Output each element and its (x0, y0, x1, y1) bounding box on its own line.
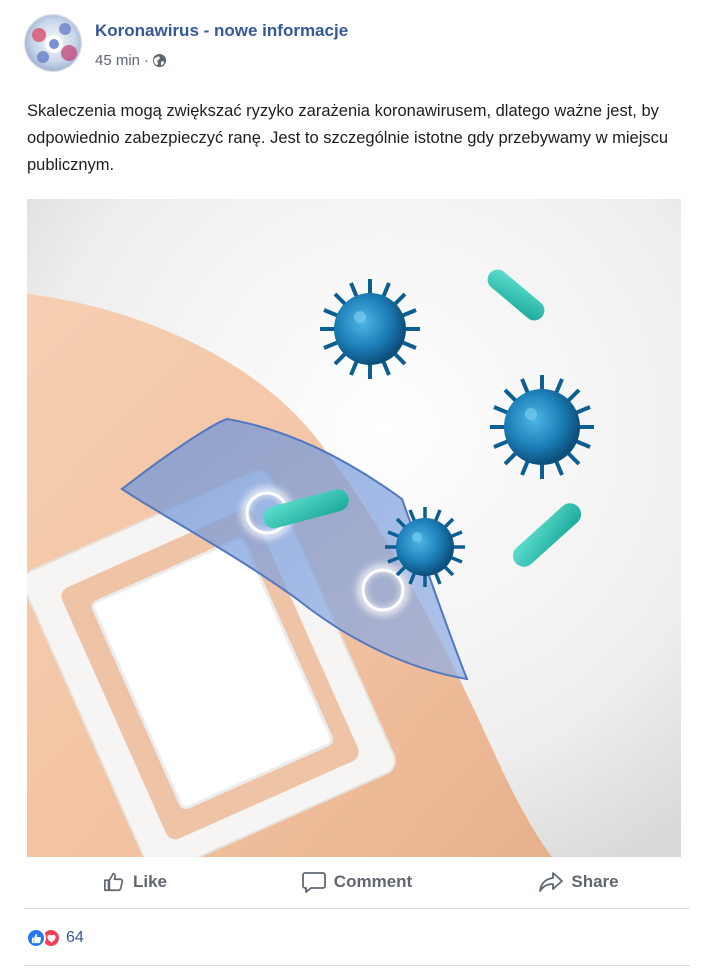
share-arrow-icon (539, 872, 564, 892)
thumbs-up-icon (103, 872, 124, 892)
comment-bubble-icon (301, 872, 326, 893)
bottom-divider (24, 965, 690, 966)
post-image[interactable] (27, 199, 681, 857)
post-text: Skaleczenia mogą zwiększać ryzyko zaraże… (27, 102, 669, 174)
like-label: Like (132, 872, 168, 891)
reaction-count[interactable]: 64 (66, 929, 84, 947)
post-header: Koronawirus - nowe informacje 45 min · (24, 14, 684, 72)
share-button[interactable]: Share (468, 857, 690, 907)
reactions-summary[interactable]: 64 (26, 926, 84, 950)
action-divider (24, 908, 690, 909)
post-timestamp[interactable]: 45 min (95, 52, 140, 69)
share-label: Share (571, 872, 619, 891)
page-name-link[interactable]: Koronawirus - nowe informacje (95, 21, 348, 41)
like-button[interactable]: Like (24, 857, 246, 907)
comment-label: Comment (333, 872, 413, 891)
page-avatar[interactable] (24, 14, 82, 72)
post-meta: 45 min · (95, 52, 167, 69)
meta-separator: · (144, 52, 150, 69)
post-action-bar: Like Comment Share (24, 857, 690, 907)
like-icon (26, 928, 46, 948)
globe-icon[interactable] (152, 53, 167, 68)
comment-button[interactable]: Comment (246, 857, 468, 907)
facebook-post: Koronawirus - nowe informacje 45 min · S… (0, 0, 719, 979)
